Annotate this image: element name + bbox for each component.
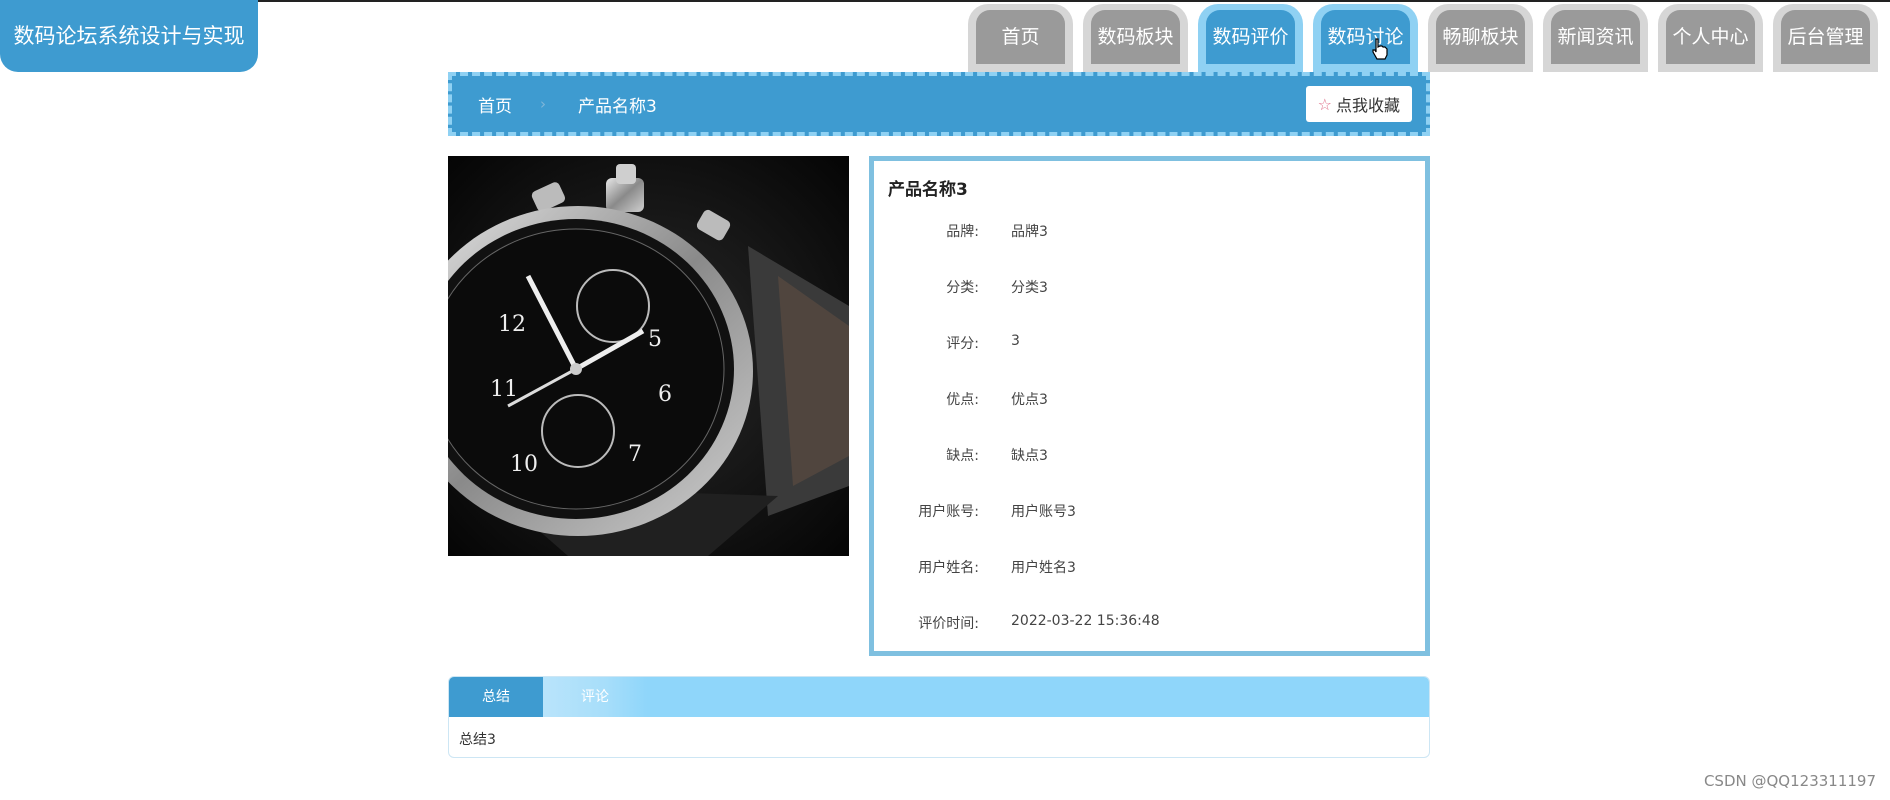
breadcrumb: 首页 › 产品名称3 ☆ 点我收藏 — [448, 72, 1430, 136]
nav-item-label: 个人中心 — [1666, 10, 1755, 64]
nav-item-news[interactable]: 新闻资讯 — [1543, 4, 1648, 72]
field-label: 评价时间: — [918, 616, 979, 632]
nav-item-label: 数码讨论 — [1321, 10, 1410, 64]
nav-item-label: 数码评价 — [1206, 10, 1295, 64]
svg-text:11: 11 — [490, 377, 518, 402]
watch-photo: 12 11 10 6 5 7 — [448, 156, 849, 556]
field-label: 优点: — [946, 392, 979, 408]
field-label: 用户账号: — [918, 504, 979, 520]
nav-item-digital-section[interactable]: 数码板块 — [1083, 4, 1188, 72]
detail-row-user-name: 用户姓名: 用户姓名3 — [874, 557, 1425, 577]
field-label: 品牌: — [946, 224, 979, 240]
field-value: 2022-03-22 15:36:48 — [1011, 613, 1160, 629]
product-image: 12 11 10 6 5 7 — [448, 156, 849, 556]
field-value: 3 — [1011, 333, 1020, 349]
star-outline-icon: ☆ — [1317, 94, 1332, 114]
svg-text:5: 5 — [648, 327, 662, 352]
nav-item-chat-section[interactable]: 畅聊板块 — [1428, 4, 1533, 72]
field-label: 缺点: — [946, 448, 979, 464]
nav-item-label: 后台管理 — [1781, 10, 1870, 64]
site-logo-title[interactable]: 数码论坛系统设计与实现 — [0, 0, 258, 72]
nav-item-label: 数码板块 — [1091, 10, 1180, 64]
svg-text:12: 12 — [498, 312, 526, 337]
field-value: 用户姓名3 — [1011, 560, 1076, 576]
svg-text:7: 7 — [628, 442, 642, 467]
breadcrumb-current: 产品名称3 — [578, 96, 657, 117]
nav-item-personal-center[interactable]: 个人中心 — [1658, 4, 1763, 72]
field-value: 用户账号3 — [1011, 504, 1076, 520]
breadcrumb-separator: › — [540, 95, 546, 113]
nav-item-home[interactable]: 首页 — [968, 4, 1073, 72]
field-value: 品牌3 — [1011, 224, 1048, 240]
detail-row-review-time: 评价时间: 2022-03-22 15:36:48 — [874, 613, 1425, 633]
tab-comments[interactable]: 评论 — [543, 677, 647, 717]
favorite-button-label: 点我收藏 — [1335, 96, 1400, 115]
product-detail-panel: 产品名称3 品牌: 品牌3 分类: 分类3 评分: 3 优点: 优点3 缺点: … — [869, 156, 1430, 656]
hand-cursor-icon — [1372, 38, 1388, 60]
main-nav: 首页 数码板块 数码评价 数码讨论 畅聊板块 新闻资讯 个人中心 后台管理 — [968, 4, 1878, 72]
product-name: 产品名称3 — [888, 180, 968, 200]
top-border — [0, 0, 1890, 2]
tab-bar: 总结 评论 — [449, 677, 1429, 717]
field-value: 缺点3 — [1011, 448, 1048, 464]
field-label: 用户姓名: — [918, 560, 979, 576]
detail-row-pros: 优点: 优点3 — [874, 389, 1425, 409]
svg-text:6: 6 — [658, 382, 672, 407]
nav-item-digital-reviews[interactable]: 数码评价 — [1198, 4, 1303, 72]
detail-row-user-account: 用户账号: 用户账号3 — [874, 501, 1425, 521]
nav-item-digital-discussion[interactable]: 数码讨论 — [1313, 4, 1418, 72]
detail-row-brand: 品牌: 品牌3 — [874, 221, 1425, 241]
field-label: 评分: — [946, 336, 979, 352]
svg-text:10: 10 — [510, 452, 538, 477]
nav-item-admin[interactable]: 后台管理 — [1773, 4, 1878, 72]
nav-item-label: 畅聊板块 — [1436, 10, 1525, 64]
detail-row-rating: 评分: 3 — [874, 333, 1425, 353]
tab-content: 总结3 — [459, 732, 496, 748]
field-label: 分类: — [946, 280, 979, 296]
nav-item-label: 新闻资讯 — [1551, 10, 1640, 64]
nav-item-label: 首页 — [976, 10, 1065, 64]
field-value: 优点3 — [1011, 392, 1048, 408]
watermark: CSDN @QQ123311197 — [1703, 772, 1876, 790]
breadcrumb-home-link[interactable]: 首页 — [478, 92, 512, 117]
detail-row-category: 分类: 分类3 — [874, 277, 1425, 297]
summary-comments-tabs: 总结 评论 总结3 — [448, 676, 1430, 758]
detail-row-cons: 缺点: 缺点3 — [874, 445, 1425, 465]
field-value: 分类3 — [1011, 280, 1048, 296]
favorite-button[interactable]: ☆ 点我收藏 — [1305, 86, 1412, 122]
tab-summary[interactable]: 总结 — [449, 677, 543, 717]
